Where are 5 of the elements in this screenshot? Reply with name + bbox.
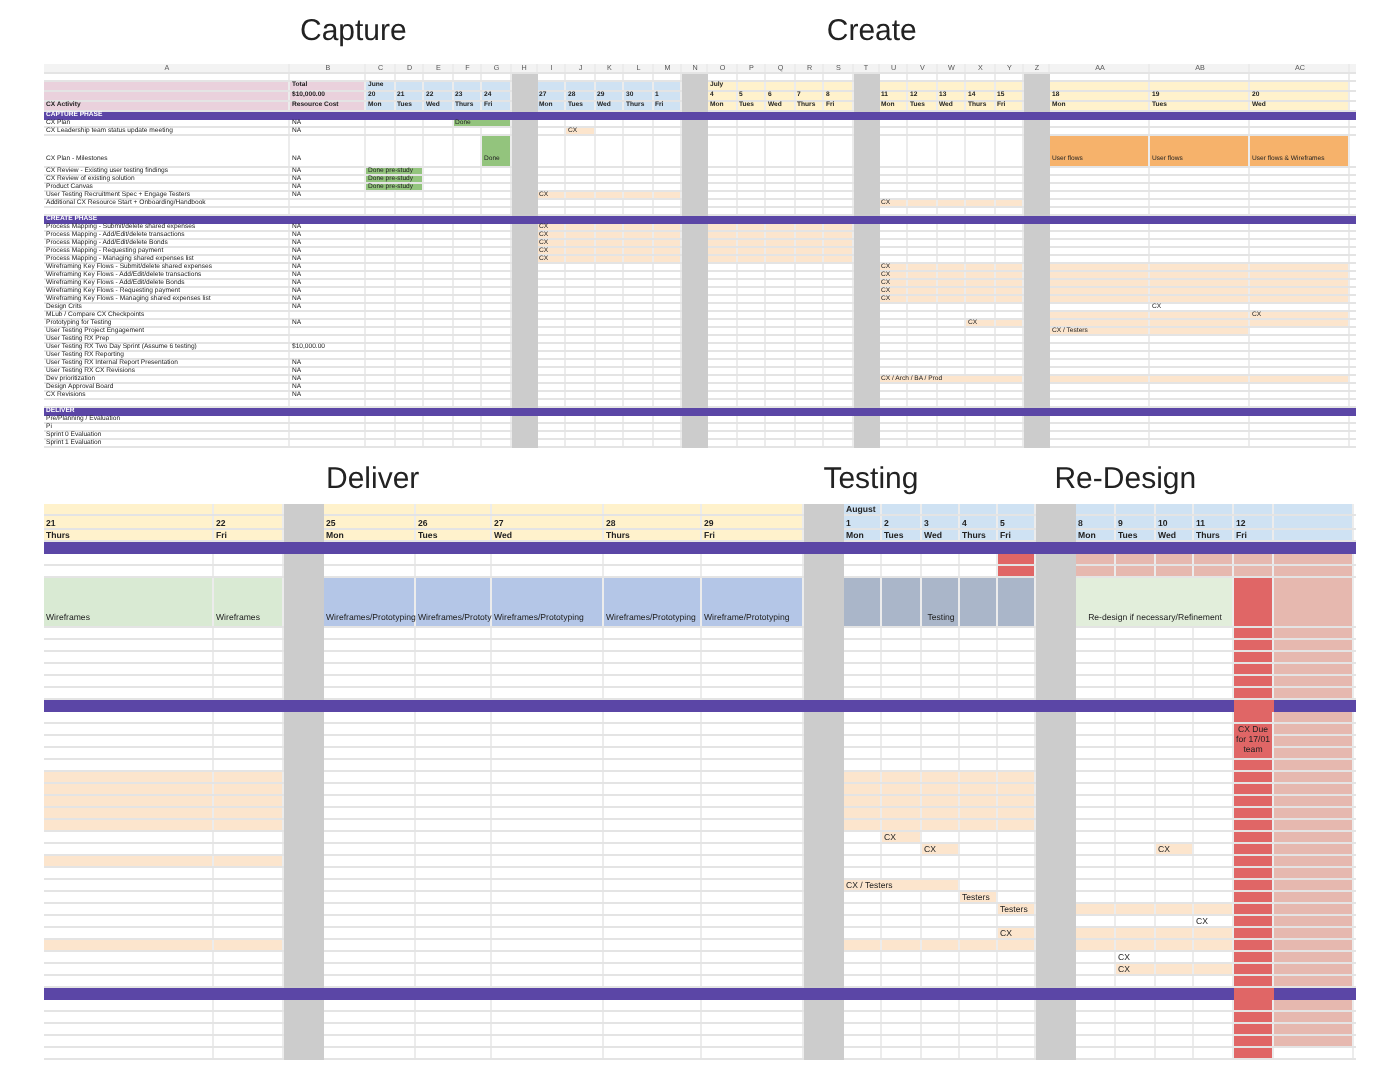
section-heading: Capture xyxy=(300,13,407,47)
section-heading: Deliver xyxy=(326,461,420,495)
section-heading: Testing xyxy=(823,461,919,495)
section-heading: Re-Design xyxy=(1054,461,1197,495)
section-heading: Create xyxy=(826,13,917,47)
